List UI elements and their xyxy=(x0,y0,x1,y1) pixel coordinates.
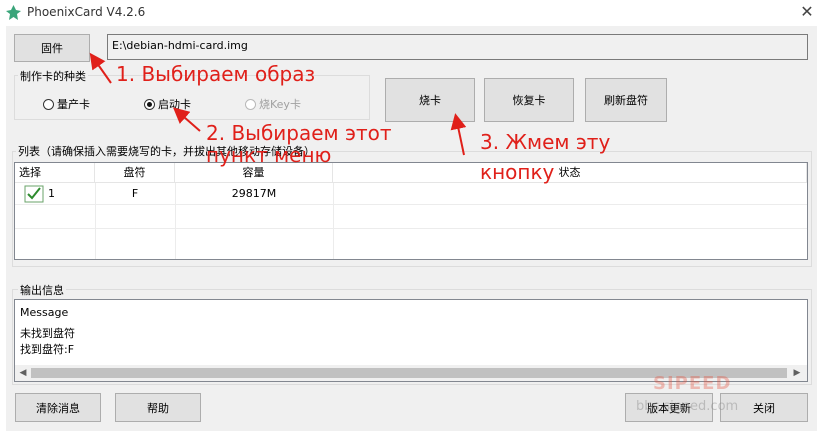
arrow-to-startup-radio xyxy=(172,107,201,132)
arrow-to-firmware-button xyxy=(89,52,112,84)
annotation-step2-line1: 2. Выбираем этот xyxy=(206,121,392,145)
annotation-step3-line1: 3. Жмем эту xyxy=(480,130,611,154)
annotation-step3-line2: кнопку xyxy=(480,160,555,184)
annotation-step2-line2: пункт меню xyxy=(206,143,332,167)
annotation-step1: 1. Выбираем образ xyxy=(116,62,316,86)
arrow-to-burn-button xyxy=(450,113,467,156)
